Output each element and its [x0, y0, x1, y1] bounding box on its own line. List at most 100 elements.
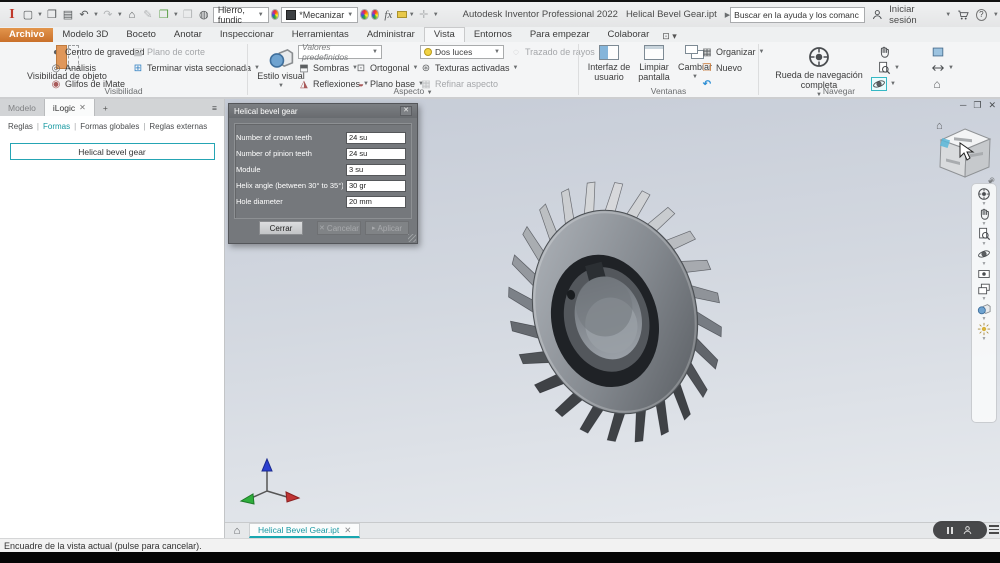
browser-menu-icon[interactable]: ≡: [205, 99, 224, 116]
zoom-all-button[interactable]: [931, 45, 945, 59]
tab-modelo-3d[interactable]: Modelo 3D: [53, 28, 117, 42]
chevron-down-icon[interactable]: ▼: [982, 222, 987, 227]
nuevo-button[interactable]: ❒ Nuevo: [701, 61, 743, 75]
doc-minimize-icon[interactable]: ─: [960, 100, 966, 111]
look-at-icon[interactable]: [977, 267, 991, 281]
lights-dropdown[interactable]: Dos luces ▼: [420, 45, 504, 59]
chevron-down-icon[interactable]: ▼: [409, 12, 415, 18]
fit-view-button[interactable]: ▼: [931, 61, 954, 75]
store-cart-icon[interactable]: [957, 8, 970, 22]
sombras-button[interactable]: ⬒ Sombras ▼: [298, 61, 358, 75]
home-tab-icon[interactable]: ⌂: [225, 523, 249, 538]
pause-icon[interactable]: [947, 526, 953, 534]
limpiar-pantalla-button[interactable]: Limpiar pantalla: [633, 43, 675, 82]
chevron-down-icon[interactable]: ▼: [982, 262, 987, 267]
gear-3d-model[interactable]: [475, 172, 755, 452]
webcam-person-icon[interactable]: [962, 525, 973, 536]
save-icon[interactable]: ▤: [61, 7, 75, 23]
chevron-down-icon[interactable]: ▼: [93, 12, 99, 18]
color-wheel-icon[interactable]: [270, 9, 280, 20]
chevron-down-icon[interactable]: ▼: [945, 12, 951, 18]
dialog-title-bar[interactable]: Helical bevel gear ✕: [229, 104, 417, 118]
tab-vista[interactable]: Vista: [423, 27, 465, 42]
doc-restore-icon[interactable]: ❐: [973, 100, 981, 111]
material-dropdown[interactable]: Hierro, fundic ▼: [212, 5, 269, 25]
browser-tab-ilogic[interactable]: iLogic ✕: [43, 99, 95, 116]
tab-para-empezar[interactable]: Para empezar: [521, 28, 599, 42]
undo-icon[interactable]: ↶: [77, 7, 91, 23]
sign-in-button[interactable]: Iniciar sesión: [889, 4, 939, 26]
browser-tab-modelo[interactable]: Modelo: [0, 99, 44, 116]
visual-style-icon[interactable]: [977, 302, 991, 316]
group-label-aspecto[interactable]: Aspecto ▼: [248, 86, 578, 96]
screen-recorder-pill[interactable]: [933, 521, 987, 539]
chevron-down-icon[interactable]: ▼: [982, 202, 987, 207]
link-reglas-externas[interactable]: Reglas externas: [149, 122, 207, 131]
link-formas[interactable]: Formas: [43, 122, 70, 131]
chevron-down-icon[interactable]: ▼: [993, 12, 999, 18]
tab-colaborar[interactable]: Colaborar: [599, 28, 659, 42]
help-search-input[interactable]: [730, 6, 865, 23]
pinion-teeth-input[interactable]: [346, 147, 406, 160]
module-input[interactable]: [346, 163, 406, 176]
view-cube[interactable]: ⌂ ▾: [932, 115, 998, 187]
interfaz-usuario-button[interactable]: Interfaz de usuario: [587, 43, 631, 82]
chevron-down-icon[interactable]: ▼: [173, 12, 179, 18]
parameters-fx-icon[interactable]: fx: [381, 7, 395, 23]
tab-archivo[interactable]: Archivo: [0, 28, 54, 42]
centro-gravedad-button[interactable]: ◐ Centro de gravedad: [50, 45, 145, 59]
hole-diameter-input[interactable]: [346, 195, 406, 208]
view-face-icon[interactable]: [977, 282, 991, 296]
tab-anotar[interactable]: Anotar: [165, 28, 211, 42]
adjust-color-icon[interactable]: [360, 9, 369, 20]
lighting-icon[interactable]: [977, 322, 991, 336]
clear-appearance-icon[interactable]: [370, 9, 380, 20]
zoom-icon[interactable]: [977, 227, 991, 241]
recorder-menu-icon[interactable]: [989, 523, 999, 536]
texturas-button[interactable]: ⊛ Texturas activadas ▼: [420, 61, 519, 75]
document-tab[interactable]: Helical Bevel Gear.ipt ✕: [249, 523, 361, 538]
chevron-down-icon[interactable]: ▼: [37, 12, 43, 18]
dialog-resize-grip[interactable]: [408, 234, 416, 242]
measure-icon[interactable]: [397, 11, 407, 18]
close-tab-icon[interactable]: ✕: [79, 103, 86, 112]
add-browser-tab-button[interactable]: +: [95, 99, 116, 116]
close-document-icon[interactable]: ✕: [344, 525, 351, 536]
helical-bevel-gear-form-button[interactable]: Helical bevel gear: [9, 143, 215, 160]
organizar-button[interactable]: ▦ Organizar ▼: [701, 45, 764, 59]
orbit-icon[interactable]: [977, 247, 991, 261]
helix-angle-input[interactable]: [346, 179, 406, 192]
pan-hand-icon[interactable]: [977, 207, 991, 221]
pan-button[interactable]: [877, 45, 891, 59]
ribbon-display-options-icon[interactable]: ⊡ ▾: [662, 31, 677, 42]
help-icon[interactable]: ?: [975, 8, 987, 21]
home-icon[interactable]: ⌂: [125, 7, 139, 23]
appearance-dropdown[interactable]: *Mecanizar ▼: [281, 6, 359, 23]
new-file-icon[interactable]: ▢: [21, 7, 35, 23]
return-cube-icon[interactable]: ❒: [157, 7, 171, 23]
inventor-logo-icon[interactable]: I: [5, 7, 19, 23]
viewcube-home-icon[interactable]: ⌂: [936, 120, 943, 132]
chevron-down-icon[interactable]: ▼: [982, 242, 987, 247]
doc-close-icon[interactable]: ✕: [988, 100, 996, 111]
analisis-button[interactable]: ◎ Análisis: [50, 61, 96, 75]
zoom-window-button[interactable]: ▼: [877, 61, 900, 75]
toolbar-options-icon[interactable]: ▼: [433, 12, 439, 18]
navigation-wheel-icon[interactable]: [977, 187, 991, 201]
chevron-down-icon[interactable]: ▼: [982, 317, 987, 322]
chevron-down-icon[interactable]: ▼: [982, 337, 987, 342]
tab-inspeccionar[interactable]: Inspeccionar: [211, 28, 283, 42]
chevron-down-icon[interactable]: ▼: [982, 297, 987, 302]
material-browser-icon[interactable]: ◍: [197, 7, 211, 23]
link-formas-globales[interactable]: Formas globales: [80, 122, 139, 131]
tab-boceto[interactable]: Boceto: [117, 28, 165, 42]
dialog-close-icon[interactable]: ✕: [400, 106, 412, 116]
navbar-close-icon[interactable]: ⊗: [989, 176, 995, 184]
tab-entornos[interactable]: Entornos: [465, 28, 521, 42]
open-file-icon[interactable]: ❐: [45, 7, 59, 23]
ortogonal-button[interactable]: ⊡ Ortogonal ▼: [355, 61, 419, 75]
tab-herramientas[interactable]: Herramientas: [283, 28, 358, 42]
preset-values-dropdown[interactable]: Valores predefinidos ▼: [298, 42, 382, 62]
link-reglas[interactable]: Reglas: [8, 122, 33, 131]
terminar-vista-button[interactable]: ⊞ Terminar vista seccionada ▼: [132, 61, 260, 75]
